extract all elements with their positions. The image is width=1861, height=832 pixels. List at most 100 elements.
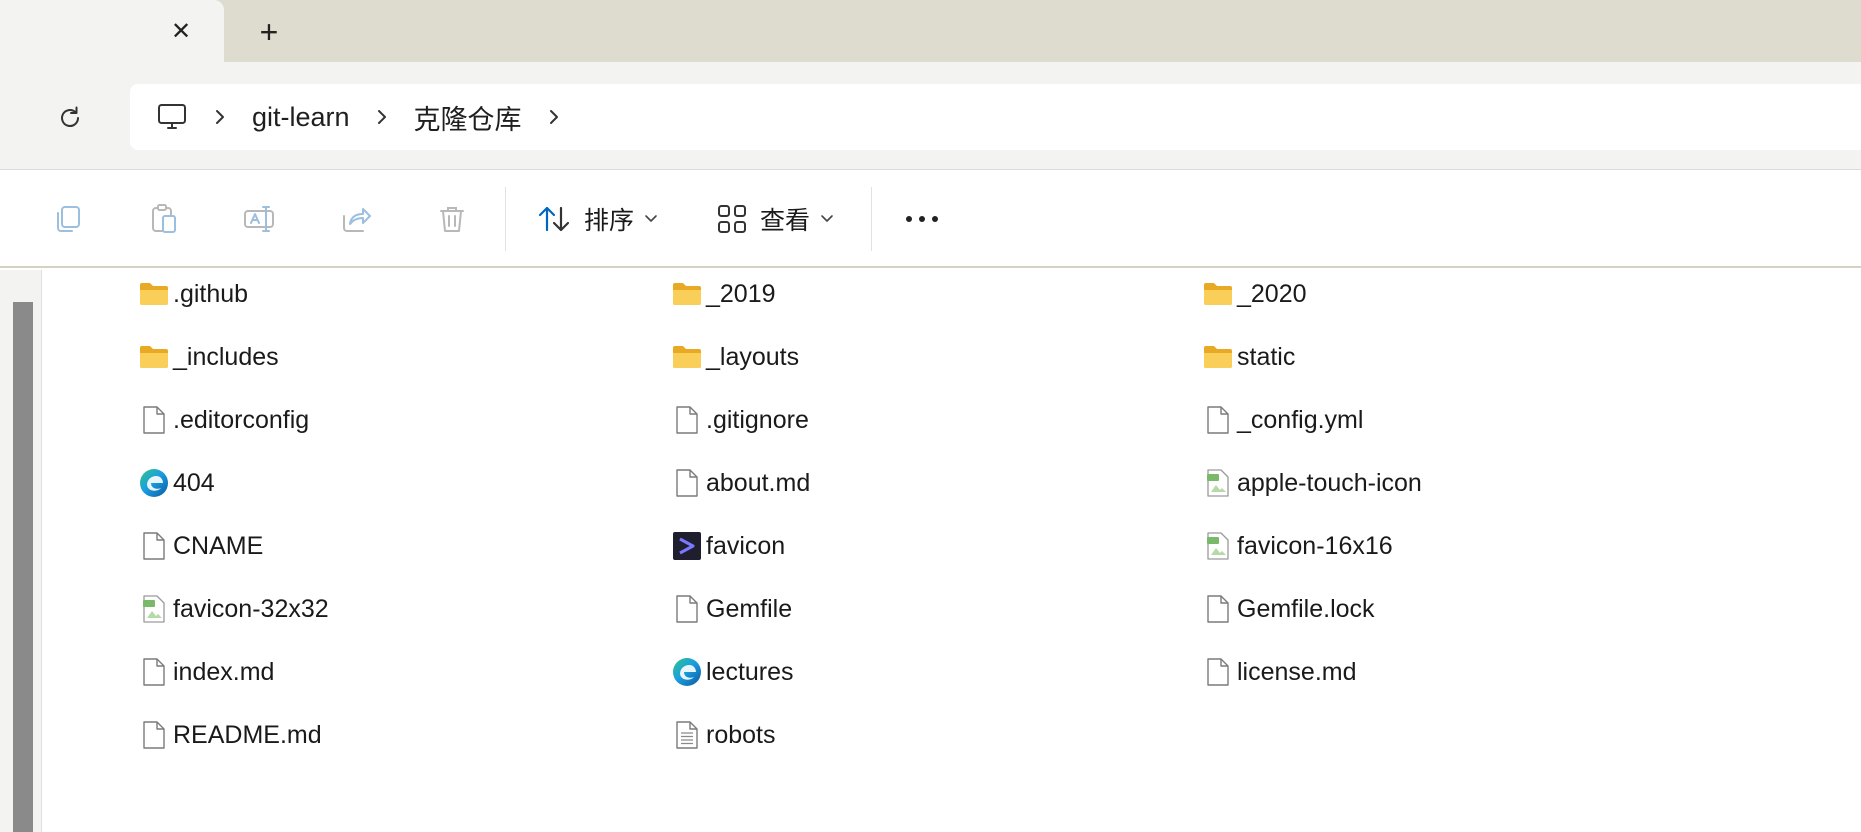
file-item[interactable]: lectures xyxy=(671,652,794,692)
share-icon xyxy=(343,208,371,232)
toolbar-divider xyxy=(505,187,506,251)
this-pc-crumb[interactable] xyxy=(154,99,190,135)
file-item[interactable]: about.md xyxy=(671,463,810,503)
text-file-icon xyxy=(671,719,703,751)
file-name: index.md xyxy=(173,657,275,686)
monitor-icon xyxy=(158,104,186,129)
file-icon xyxy=(671,467,703,499)
file-name: lectures xyxy=(706,657,794,686)
file-item[interactable]: favicon-32x32 xyxy=(138,589,329,629)
png-file-icon xyxy=(1202,530,1234,562)
grid-view-icon xyxy=(718,205,746,233)
file-item[interactable]: license.md xyxy=(1202,652,1357,692)
rename-button[interactable] xyxy=(240,199,280,239)
file-item[interactable]: _2019 xyxy=(671,274,776,314)
rename-icon xyxy=(244,206,274,232)
file-item[interactable]: README.md xyxy=(138,715,322,755)
new-tab-button[interactable]: + xyxy=(252,13,286,50)
share-button[interactable] xyxy=(336,199,376,239)
chevron-down-icon xyxy=(645,215,657,222)
sort-label: 排序 xyxy=(584,207,635,235)
file-item[interactable]: favicon-16x16 xyxy=(1202,526,1393,566)
file-item[interactable]: Gemfile.lock xyxy=(1202,589,1375,629)
address-row: git-learn 克隆仓库 xyxy=(0,62,1861,170)
file-icon xyxy=(671,404,703,436)
file-icon xyxy=(138,656,170,688)
navigation-scrollbar[interactable] xyxy=(13,302,33,832)
file-name: 404 xyxy=(173,468,215,497)
file-name: static xyxy=(1237,342,1296,371)
file-item[interactable]: Gemfile xyxy=(671,589,792,629)
view-button[interactable]: 查看 xyxy=(716,195,834,243)
paste-button[interactable] xyxy=(144,199,184,239)
address-bar[interactable]: git-learn 克隆仓库 xyxy=(130,84,1861,150)
file-name: .github xyxy=(173,279,249,308)
folder-icon xyxy=(1202,341,1234,373)
file-icon xyxy=(138,530,170,562)
view-label: 查看 xyxy=(760,207,811,235)
refresh-button[interactable] xyxy=(50,98,90,138)
file-list: .github _includes .editorconfig 404 CNAM… xyxy=(43,270,1861,832)
file-item[interactable]: static xyxy=(1202,337,1295,377)
folder-icon xyxy=(671,341,703,373)
chevron-right-icon xyxy=(216,110,224,124)
file-icon xyxy=(1202,404,1234,436)
file-name: Gemfile.lock xyxy=(1237,594,1375,623)
toolbar-divider xyxy=(871,187,872,251)
navigation-pane-edge xyxy=(0,270,42,832)
file-name: favicon-32x32 xyxy=(173,594,329,623)
file-name: favicon-16x16 xyxy=(1237,531,1393,560)
file-name: apple-touch-icon xyxy=(1237,468,1422,497)
folder-icon xyxy=(1202,278,1234,310)
file-item[interactable]: .github xyxy=(138,274,248,314)
file-icon xyxy=(138,404,170,436)
file-item[interactable]: index.md xyxy=(138,652,274,692)
edge-icon xyxy=(671,656,703,688)
close-tab-button[interactable]: ✕ xyxy=(165,16,197,46)
file-icon xyxy=(671,593,703,625)
sort-button[interactable]: 排序 xyxy=(536,195,658,243)
file-item[interactable]: apple-touch-icon xyxy=(1202,463,1422,503)
file-name: .editorconfig xyxy=(173,405,310,434)
breadcrumb-chevron[interactable] xyxy=(190,99,250,135)
file-name: robots xyxy=(706,720,776,749)
file-item[interactable]: CNAME xyxy=(138,526,263,566)
file-item[interactable]: _2020 xyxy=(1202,274,1307,314)
file-name: README.md xyxy=(173,720,322,749)
file-icon xyxy=(1202,656,1234,688)
copy-button[interactable] xyxy=(48,199,88,239)
chevron-right-icon xyxy=(377,110,386,124)
file-item[interactable]: _layouts xyxy=(671,337,799,377)
close-icon: ✕ xyxy=(170,17,192,45)
file-item[interactable]: .gitignore xyxy=(671,400,809,440)
file-name: CNAME xyxy=(173,531,264,560)
breadcrumb-clone-repo[interactable]: 克隆仓库 xyxy=(412,98,524,137)
breadcrumb-chevron[interactable] xyxy=(352,99,412,135)
delete-button[interactable] xyxy=(432,199,472,239)
chevron-right-icon xyxy=(549,110,558,124)
file-name: _config.yml xyxy=(1237,405,1364,434)
refresh-icon xyxy=(61,106,79,127)
file-item[interactable]: robots xyxy=(671,715,775,755)
paste-icon xyxy=(152,204,176,233)
file-name: license.md xyxy=(1237,657,1357,686)
file-item[interactable]: favicon xyxy=(671,526,785,566)
breadcrumb-git-learn[interactable]: git-learn xyxy=(250,102,352,133)
file-item[interactable]: _config.yml xyxy=(1202,400,1363,440)
plus-icon: + xyxy=(259,13,279,50)
folder-icon xyxy=(671,278,703,310)
sort-icon xyxy=(538,206,570,232)
active-tab[interactable]: ✕ xyxy=(0,0,224,62)
file-item[interactable]: _includes xyxy=(138,337,279,377)
folder-icon xyxy=(138,341,170,373)
png-file-icon xyxy=(138,593,170,625)
breadcrumb-chevron[interactable] xyxy=(524,99,584,135)
edge-icon xyxy=(138,467,170,499)
file-item[interactable]: 404 xyxy=(138,463,215,503)
file-icon xyxy=(1202,593,1234,625)
terminal-icon xyxy=(671,530,703,562)
folder-icon xyxy=(138,278,170,310)
more-icon xyxy=(906,216,938,222)
file-item[interactable]: .editorconfig xyxy=(138,400,309,440)
more-options-button[interactable] xyxy=(900,195,944,243)
